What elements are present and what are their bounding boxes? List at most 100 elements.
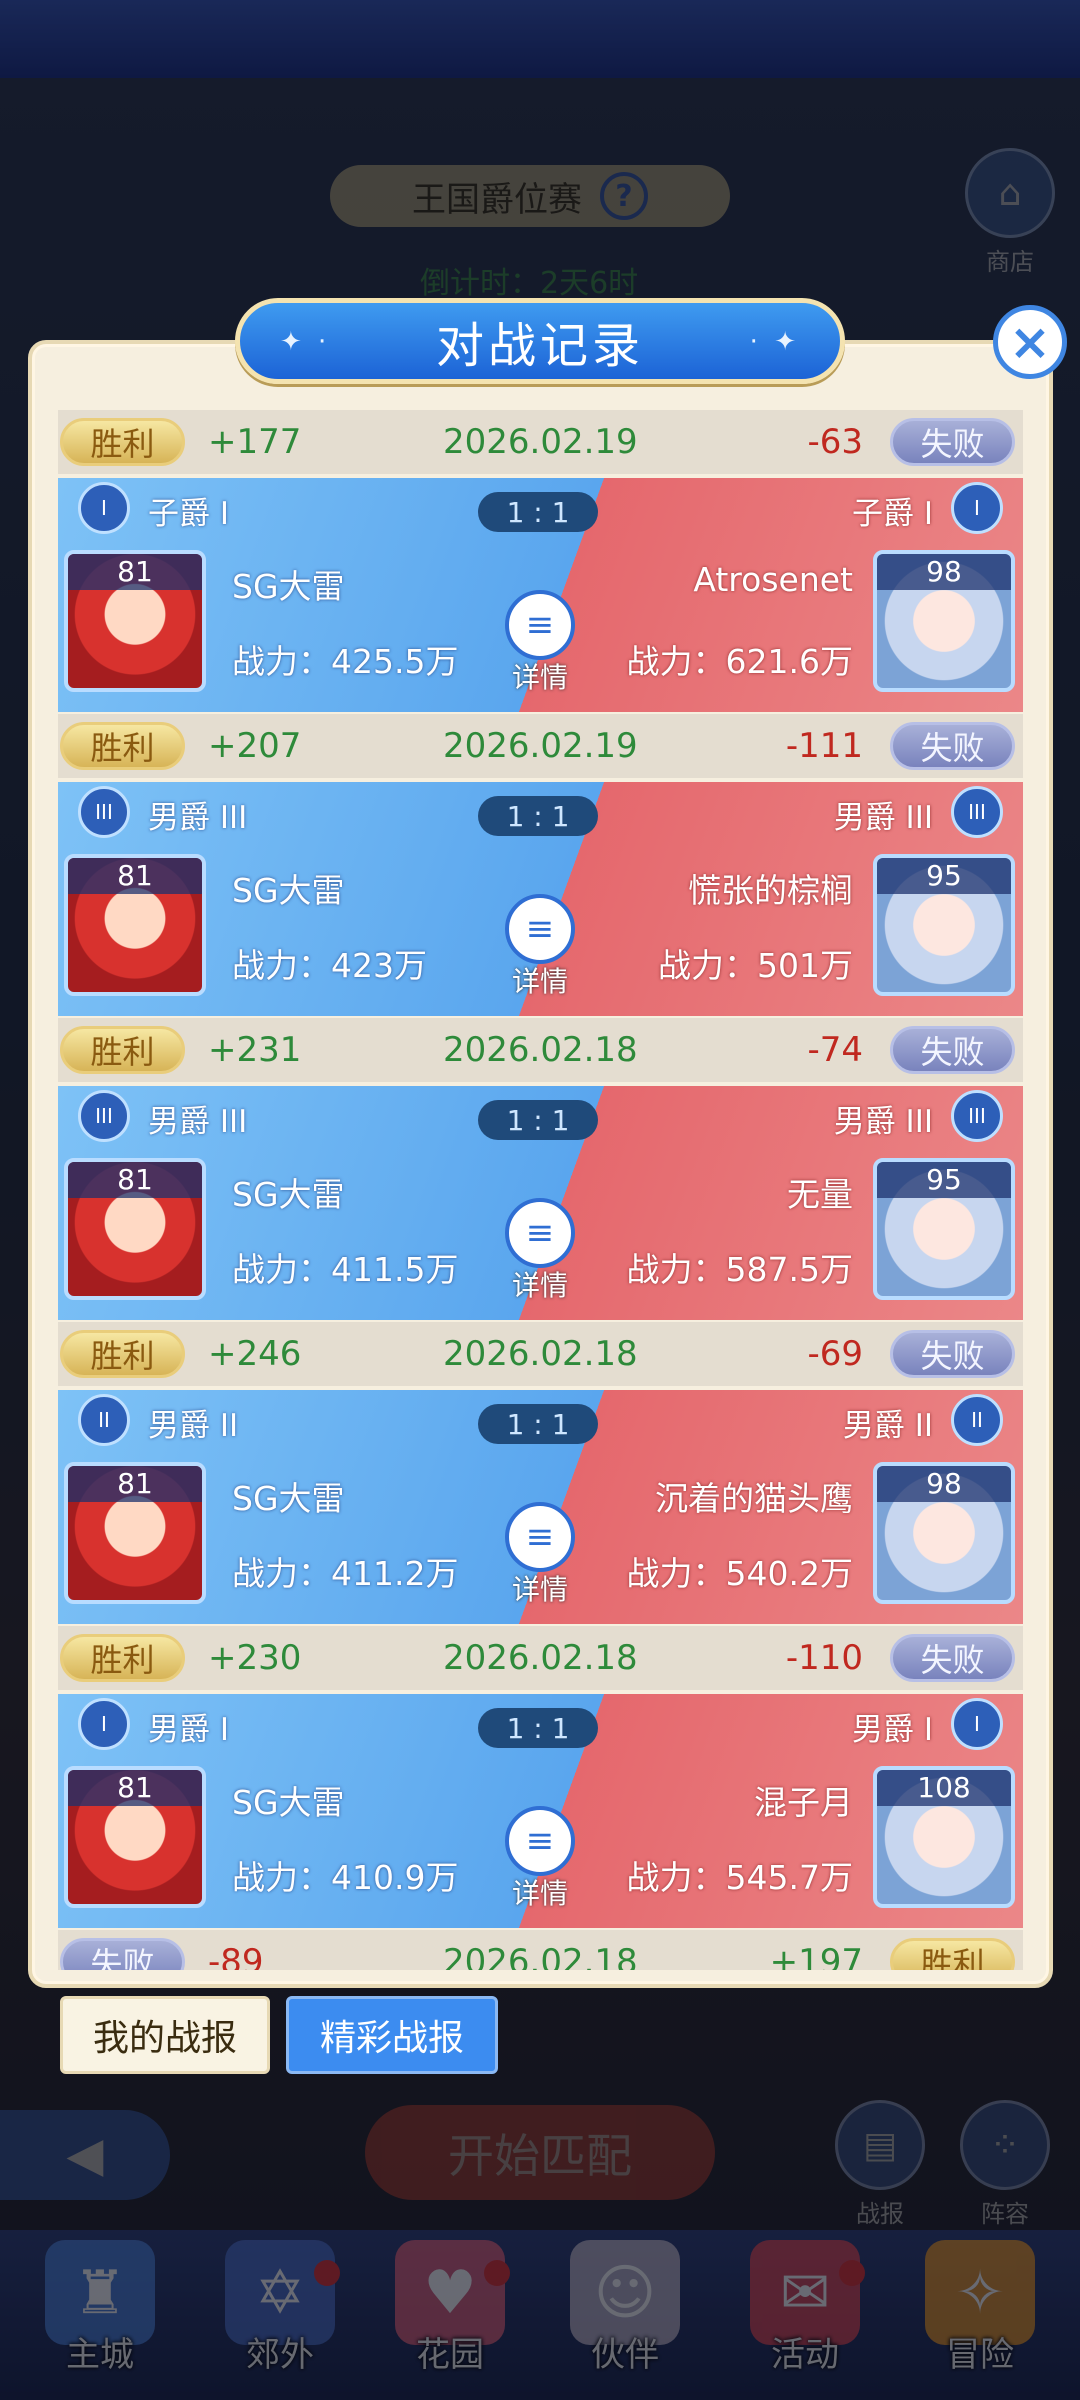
document-icon: ≡: [505, 1806, 575, 1876]
record-date: 2026.02.18: [443, 1030, 638, 1070]
avatar-level: 81: [68, 858, 202, 894]
record-header: 胜利 +177 2026.02.19 -63 失败: [58, 410, 1023, 474]
document-icon: ≡: [505, 1198, 575, 1268]
rank-left: 男爵 II: [148, 1408, 239, 1444]
rank-left: 男爵 III: [148, 1104, 248, 1140]
record-date: 2026.02.19: [443, 726, 638, 766]
record-body: I 子爵 I 1 : 1 子爵 I I 81 SG大雷 战力：425.5万 ≡ 详…: [58, 478, 1023, 712]
score-change-left: +246: [208, 1334, 302, 1374]
opponent-power: 战力：540.2万: [626, 1554, 853, 1593]
sparkle-icon: ✦ ·: [280, 327, 331, 357]
tab-my-reports[interactable]: 我的战报: [60, 1996, 270, 2074]
battle-record-list[interactable]: 胜利 +177 2026.02.19 -63 失败 I 子爵 I 1 : 1 子…: [58, 410, 1023, 1970]
avatar-level: 81: [68, 1466, 202, 1502]
detail-button[interactable]: ≡ 详情: [500, 590, 580, 696]
score-change-right: +197: [769, 1942, 863, 1970]
score-change-right: -63: [807, 422, 863, 462]
player-avatar[interactable]: 81: [64, 1766, 206, 1908]
battle-record: 胜利 +207 2026.02.19 -111 失败 III 男爵 III 1 …: [58, 714, 1023, 1018]
rank-emblem-icon: I: [951, 1698, 1003, 1750]
opponent-avatar[interactable]: 98: [873, 1462, 1015, 1604]
record-body: III 男爵 III 1 : 1 男爵 III III 81 SG大雷 战力：4…: [58, 1086, 1023, 1320]
rank-emblem-icon: III: [951, 1090, 1003, 1142]
player-name: SG大雷: [232, 1783, 345, 1822]
record-header: 胜利 +230 2026.02.18 -110 失败: [58, 1626, 1023, 1690]
rank-left: 男爵 III: [148, 800, 248, 836]
avatar-level: 81: [68, 1162, 202, 1198]
player-avatar[interactable]: 81: [64, 550, 206, 692]
result-badge-right: 失败: [890, 1026, 1015, 1074]
opponent-power: 战力：501万: [658, 946, 853, 985]
document-icon: ≡: [505, 894, 575, 964]
result-badge-right: 失败: [890, 418, 1015, 466]
dialog-title: ✦ · 对战记录 · ✦: [235, 298, 845, 384]
result-badge-right: 失败: [890, 1634, 1015, 1682]
player-name: SG大雷: [232, 871, 345, 910]
record-header: 胜利 +246 2026.02.18 -69 失败: [58, 1322, 1023, 1386]
detail-button[interactable]: ≡ 详情: [500, 894, 580, 1000]
battle-record: 胜利 +231 2026.02.18 -74 失败 III 男爵 III 1 :…: [58, 1018, 1023, 1322]
opponent-power: 战力：621.6万: [626, 642, 853, 681]
close-button[interactable]: ×: [993, 305, 1067, 379]
player-name: SG大雷: [232, 1175, 345, 1214]
match-score: 1 : 1: [478, 1708, 598, 1748]
rank-emblem-icon: II: [951, 1394, 1003, 1446]
rank-right: 男爵 I: [852, 1712, 933, 1748]
battle-record: 胜利 +246 2026.02.18 -69 失败 II 男爵 II 1 : 1…: [58, 1322, 1023, 1626]
detail-label: 详情: [511, 1877, 568, 1910]
detail-button[interactable]: ≡ 详情: [500, 1806, 580, 1912]
document-icon: ≡: [505, 1502, 575, 1572]
rank-left: 子爵 I: [148, 496, 229, 532]
match-score: 1 : 1: [478, 1404, 598, 1444]
record-header: 失败 -89 2026.02.18 +197 胜利: [58, 1930, 1023, 1970]
player-avatar[interactable]: 81: [64, 1462, 206, 1604]
rank-right: 男爵 III: [833, 800, 933, 836]
rank-emblem-icon: III: [78, 1090, 130, 1142]
result-badge-left: 胜利: [60, 722, 185, 770]
opponent-power: 战力：587.5万: [626, 1250, 853, 1289]
detail-label: 详情: [511, 1573, 568, 1606]
score-change-right: -111: [785, 726, 863, 766]
rank-emblem-icon: III: [951, 786, 1003, 838]
player-name: SG大雷: [232, 1479, 345, 1518]
score-change-right: -110: [785, 1638, 863, 1678]
player-name: SG大雷: [232, 567, 345, 606]
rank-emblem-icon: II: [78, 1394, 130, 1446]
avatar-level: 98: [877, 554, 1011, 590]
opponent-power: 战力：545.7万: [626, 1858, 853, 1897]
tab-exciting-reports[interactable]: 精彩战报: [286, 1996, 498, 2074]
player-avatar[interactable]: 81: [64, 854, 206, 996]
opponent-avatar[interactable]: 98: [873, 550, 1015, 692]
rank-left: 男爵 I: [148, 1712, 229, 1748]
player-power: 战力：410.9万: [232, 1858, 459, 1897]
detail-button[interactable]: ≡ 详情: [500, 1198, 580, 1304]
rank-emblem-icon: III: [78, 786, 130, 838]
avatar-level: 98: [877, 1466, 1011, 1502]
rank-right: 男爵 III: [833, 1104, 933, 1140]
record-date: 2026.02.18: [443, 1334, 638, 1374]
score-change-left: +231: [208, 1030, 302, 1070]
opponent-name: Atrosenet: [693, 560, 853, 599]
match-score: 1 : 1: [478, 796, 598, 836]
battle-record: 胜利 +177 2026.02.19 -63 失败 I 子爵 I 1 : 1 子…: [58, 410, 1023, 714]
opponent-avatar[interactable]: 108: [873, 1766, 1015, 1908]
opponent-name: 混子月: [754, 1783, 853, 1822]
rank-right: 男爵 II: [842, 1408, 933, 1444]
rank-emblem-icon: I: [78, 482, 130, 534]
score-change-left: +177: [208, 422, 302, 462]
avatar-level: 95: [877, 1162, 1011, 1198]
result-badge-left: 胜利: [60, 1330, 185, 1378]
record-body: I 男爵 I 1 : 1 男爵 I I 81 SG大雷 战力：410.9万 ≡ 详…: [58, 1694, 1023, 1928]
avatar-level: 81: [68, 554, 202, 590]
opponent-avatar[interactable]: 95: [873, 1158, 1015, 1300]
opponent-avatar[interactable]: 95: [873, 854, 1015, 996]
score-change-left: +230: [208, 1638, 302, 1678]
avatar-level: 95: [877, 858, 1011, 894]
detail-label: 详情: [511, 965, 568, 998]
detail-button[interactable]: ≡ 详情: [500, 1502, 580, 1608]
opponent-name: 无量: [787, 1175, 853, 1214]
result-badge-left: 胜利: [60, 1634, 185, 1682]
player-power: 战力：411.2万: [232, 1554, 459, 1593]
result-badge-right: 失败: [890, 722, 1015, 770]
player-avatar[interactable]: 81: [64, 1158, 206, 1300]
